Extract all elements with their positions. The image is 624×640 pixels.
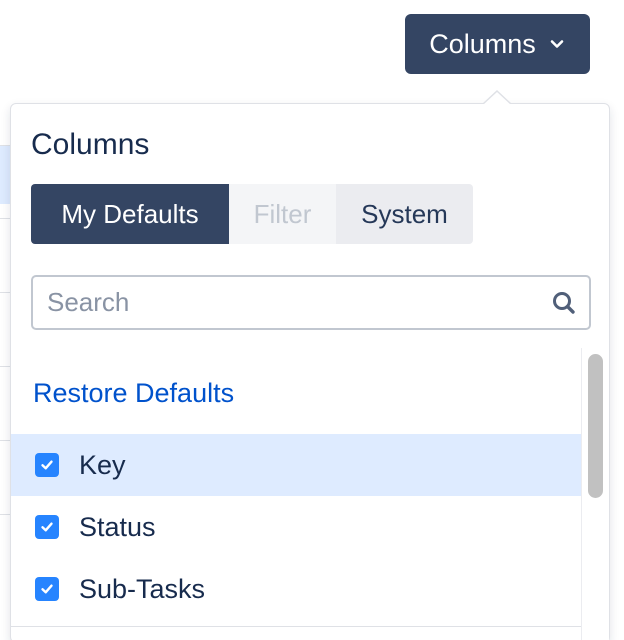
column-option-status[interactable]: Status: [11, 496, 581, 558]
background-table-line: [0, 440, 10, 441]
background-table-line: [0, 366, 10, 367]
chevron-down-icon: [550, 40, 564, 48]
column-list: Restore Defaults Key Status Sub-Tasks: [11, 348, 609, 640]
checkmark-icon: [41, 460, 53, 470]
tab-my-defaults[interactable]: My Defaults: [31, 184, 229, 244]
columns-dropdown-button[interactable]: Columns: [405, 14, 590, 74]
search-field: [31, 275, 591, 330]
column-option-label: Key: [79, 449, 126, 480]
column-option-label: Status: [79, 511, 156, 542]
page: Columns Columns My Defaults Filter Syste…: [0, 0, 624, 640]
background-table-line: [0, 218, 10, 219]
scrollbar-thumb[interactable]: [588, 354, 603, 498]
restore-defaults-link[interactable]: Restore Defaults: [33, 378, 234, 409]
checkbox-sub-tasks[interactable]: [35, 577, 59, 601]
checkbox-key[interactable]: [35, 453, 59, 477]
tab-system[interactable]: System: [336, 184, 473, 244]
popover-caret-fill: [483, 92, 511, 105]
background-table-line: [0, 514, 10, 515]
column-option-sub-tasks[interactable]: Sub-Tasks: [11, 558, 581, 620]
search-icon[interactable]: [551, 290, 577, 316]
checkmark-icon: [41, 522, 53, 532]
popover-title: Columns: [31, 128, 150, 161]
tab-filter: Filter: [229, 184, 336, 244]
column-option-label: Sub-Tasks: [79, 573, 206, 604]
column-option-key[interactable]: Key: [11, 434, 581, 496]
background-table-row: [0, 146, 10, 204]
columns-popover: Columns My Defaults Filter System Restor…: [10, 103, 610, 640]
checkbox-status[interactable]: [35, 515, 59, 539]
background-table-line: [0, 292, 10, 293]
column-preset-tabs: My Defaults Filter System: [31, 184, 473, 244]
checkmark-icon: [41, 584, 53, 594]
columns-button-label: Columns: [429, 28, 536, 59]
search-input[interactable]: [33, 277, 551, 328]
list-divider: [11, 626, 581, 627]
